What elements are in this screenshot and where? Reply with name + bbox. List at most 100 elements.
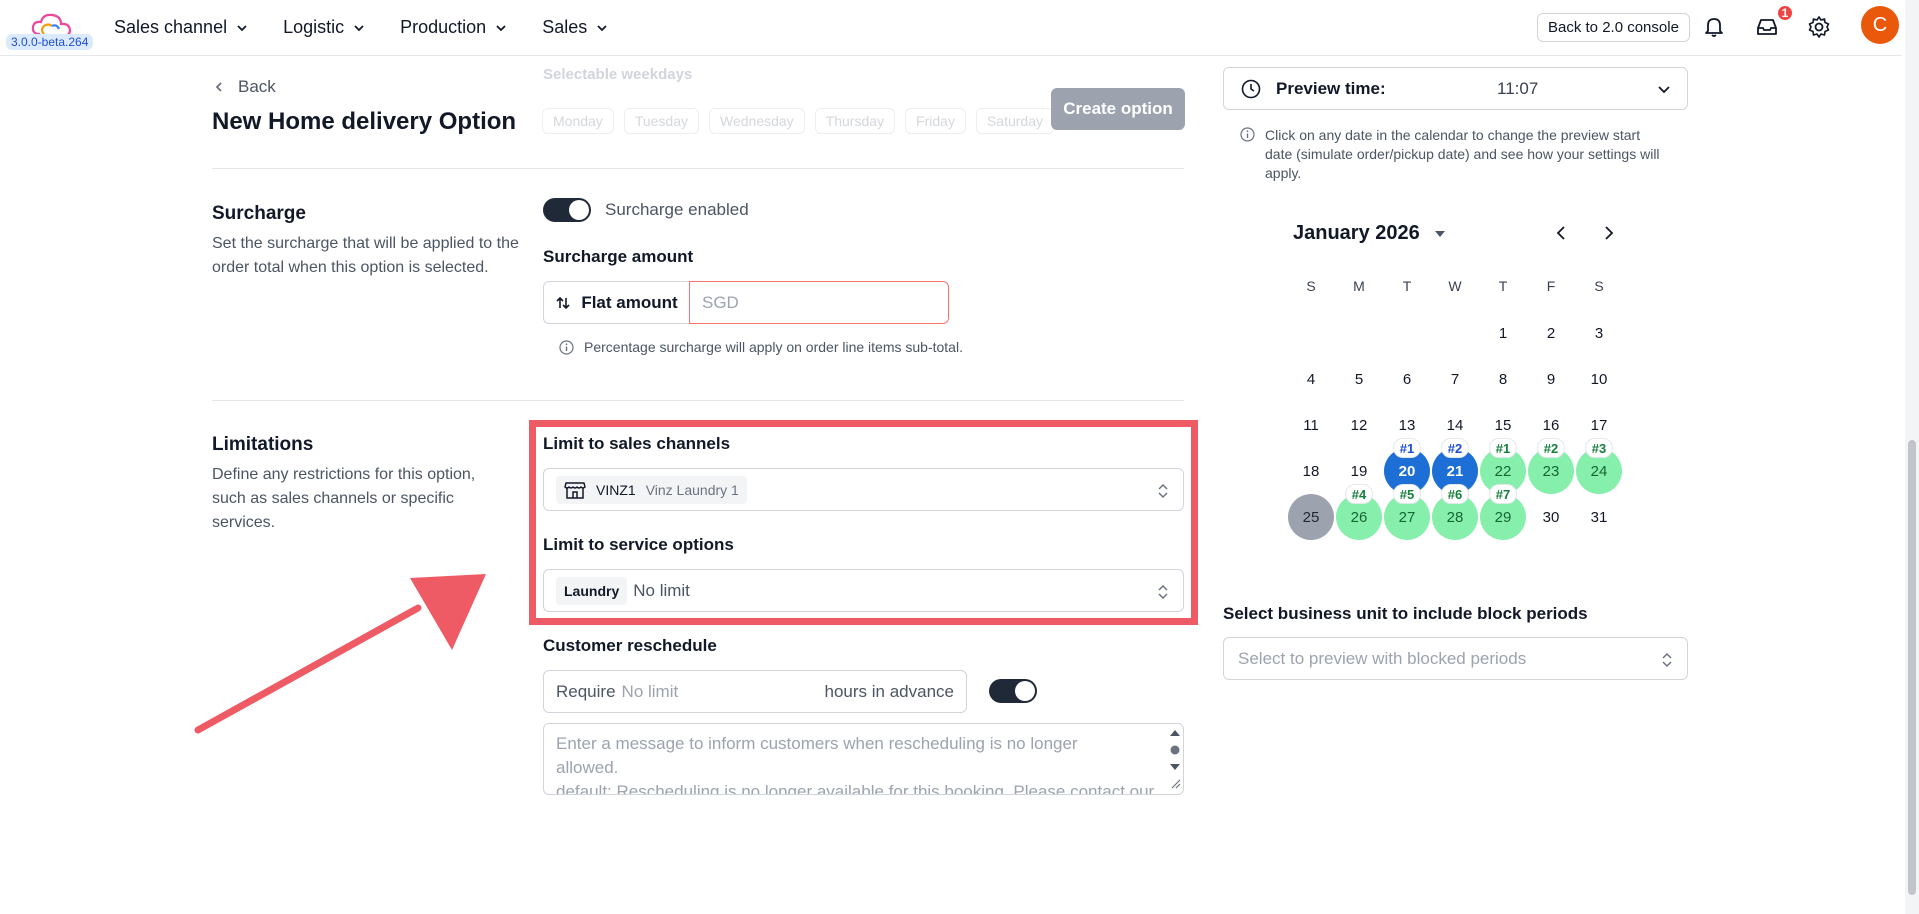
nav-logistic[interactable]: Logistic — [283, 17, 366, 38]
preview-time-select[interactable]: Preview time: 11:07 — [1223, 67, 1688, 110]
user-avatar[interactable]: C — [1861, 6, 1899, 44]
calendar-day[interactable]: 31 — [1576, 494, 1622, 540]
calendar-day-number: 27 — [1398, 508, 1416, 526]
version-badge: 3.0.0-beta.264 — [6, 34, 94, 50]
nav-production[interactable]: Production — [400, 17, 508, 38]
limitations-title: Limitations — [212, 434, 314, 455]
calendar-day-number: 30 — [1542, 508, 1560, 526]
calendar-day-number: 5 — [1354, 370, 1364, 388]
calendar-day[interactable]: 10 — [1576, 356, 1622, 402]
ghost-chip: Monday — [542, 108, 614, 134]
bell-icon[interactable] — [1701, 14, 1727, 40]
main-nav: Sales channel Logistic Production Sales — [114, 17, 643, 38]
business-unit-placeholder: Select to preview with blocked periods — [1238, 648, 1527, 668]
create-option-button[interactable]: Create option — [1051, 88, 1185, 130]
back-link[interactable]: Back — [212, 77, 276, 97]
caret-down-icon[interactable] — [1434, 228, 1446, 240]
calendar-day-number: 18 — [1302, 462, 1320, 480]
calendar-day[interactable]: 8 — [1480, 356, 1526, 402]
calendar-month-title[interactable]: January 2026 — [1293, 222, 1420, 245]
ghost-chip: Tuesday — [623, 108, 699, 134]
section-divider — [212, 168, 1184, 169]
nav-sales[interactable]: Sales — [542, 17, 609, 38]
limitations-description: Define any restrictions for this option,… — [212, 466, 476, 531]
calendar-day[interactable]: 12 — [1336, 402, 1382, 448]
surcharge-type-button[interactable]: Flat amount — [543, 281, 689, 324]
calendar-day-number: 15 — [1494, 416, 1512, 434]
reschedule-message-textarea[interactable]: Enter a message to inform customers when… — [543, 723, 1184, 795]
reschedule-hours-input[interactable]: Require No limit hours in advance — [543, 670, 967, 713]
nav-label: Logistic — [283, 17, 345, 37]
surcharge-note: Percentage surcharge will apply on order… — [559, 339, 963, 355]
surcharge-note-text: Percentage surcharge will apply on order… — [584, 339, 963, 355]
calendar-day-number: 31 — [1590, 508, 1608, 526]
calendar-day[interactable]: 6 — [1384, 356, 1430, 402]
calendar-day-number: 24 — [1590, 462, 1608, 480]
annotation-highlight-box — [529, 420, 1198, 625]
chevron-down-icon — [237, 24, 247, 31]
surcharge-toggle[interactable] — [543, 198, 591, 222]
chevron-down-icon — [496, 24, 506, 31]
calendar-day-number: 23 — [1542, 462, 1560, 480]
info-icon — [559, 340, 574, 355]
chevron-right-icon[interactable] — [1601, 224, 1617, 242]
calendar-day[interactable]: 7 — [1432, 356, 1478, 402]
reschedule-prefix: Require — [556, 681, 616, 701]
calendar-day-number: 25 — [1302, 508, 1320, 526]
calendar-day-number: 14 — [1446, 416, 1464, 434]
calendar-day[interactable]: 18 — [1288, 448, 1334, 494]
calendar-day[interactable]: 5 — [1336, 356, 1382, 402]
calendar-day-number: 1 — [1498, 324, 1508, 342]
calendar-day-number: 7 — [1450, 370, 1460, 388]
calendar-day[interactable]: 3 — [1576, 310, 1622, 356]
toggle-knob — [569, 200, 589, 220]
surcharge-title: Surcharge — [212, 203, 306, 224]
nav-sales-channel[interactable]: Sales channel — [114, 17, 249, 38]
calendar-day-pin: #1 — [1393, 438, 1421, 458]
textarea-placeholder-line: Enter a message to inform customers when… — [556, 734, 1078, 777]
business-unit-label: Select business unit to include block pe… — [1223, 604, 1588, 623]
calendar-weekday: S — [1594, 278, 1604, 294]
annotation-arrow-icon — [194, 574, 486, 734]
calendar-day-number: 20 — [1398, 462, 1416, 480]
surcharge-amount-label: Surcharge amount — [543, 247, 694, 266]
calendar-day[interactable]: 25 — [1288, 494, 1334, 540]
scrollbar-thumb[interactable] — [1908, 440, 1916, 895]
gear-icon[interactable] — [1806, 14, 1832, 40]
calendar-day-number: 13 — [1398, 416, 1416, 434]
calendar-weekday: W — [1448, 278, 1462, 294]
surcharge-amount-input[interactable]: SGD — [689, 281, 949, 324]
chevron-down-icon — [1658, 85, 1670, 93]
calendar-day[interactable]: 30 — [1528, 494, 1574, 540]
calendar-day-number: 11 — [1303, 416, 1319, 434]
inbox-icon[interactable] — [1754, 14, 1780, 40]
business-unit-select[interactable]: Select to preview with blocked periods — [1223, 637, 1688, 680]
nav-label: Sales — [542, 17, 588, 37]
calendar-weekday: F — [1546, 278, 1556, 294]
calendar-day-number: 12 — [1350, 416, 1368, 434]
reschedule-toggle[interactable] — [989, 679, 1037, 703]
preview-time-value: 11:07 — [1497, 78, 1539, 98]
reschedule-suffix: hours in advance — [824, 681, 954, 701]
calendar-weekday: T — [1402, 278, 1412, 294]
toggle-knob — [1015, 681, 1035, 701]
calendar-weekday: S — [1306, 278, 1316, 294]
calendar-day-number: 16 — [1542, 416, 1560, 434]
back-to-console-button[interactable]: Back to 2.0 console — [1537, 13, 1690, 42]
calendar-day-pin: #2 — [1537, 438, 1565, 458]
calendar-day[interactable]: 2 — [1528, 310, 1574, 356]
calendar-day-number: 9 — [1546, 370, 1556, 388]
calendar-day-number: 10 — [1590, 370, 1608, 388]
calendar-day[interactable]: 9 — [1528, 356, 1574, 402]
calendar-day[interactable]: 4 — [1288, 356, 1334, 402]
calendar-day-number: 4 — [1306, 370, 1316, 388]
inbox-badge: 1 — [1776, 4, 1794, 22]
calendar-day[interactable]: 1 — [1480, 310, 1526, 356]
textarea-scroll-icon[interactable] — [1168, 726, 1182, 792]
calendar-day[interactable]: 11 — [1288, 402, 1334, 448]
calendar-day-number: 2 — [1546, 324, 1556, 342]
select-updown-icon — [1662, 652, 1672, 668]
chevron-left-icon[interactable] — [1553, 224, 1569, 242]
surcharge-type-label: Flat amount — [581, 292, 678, 312]
page-scrollbar[interactable] — [1905, 0, 1919, 914]
